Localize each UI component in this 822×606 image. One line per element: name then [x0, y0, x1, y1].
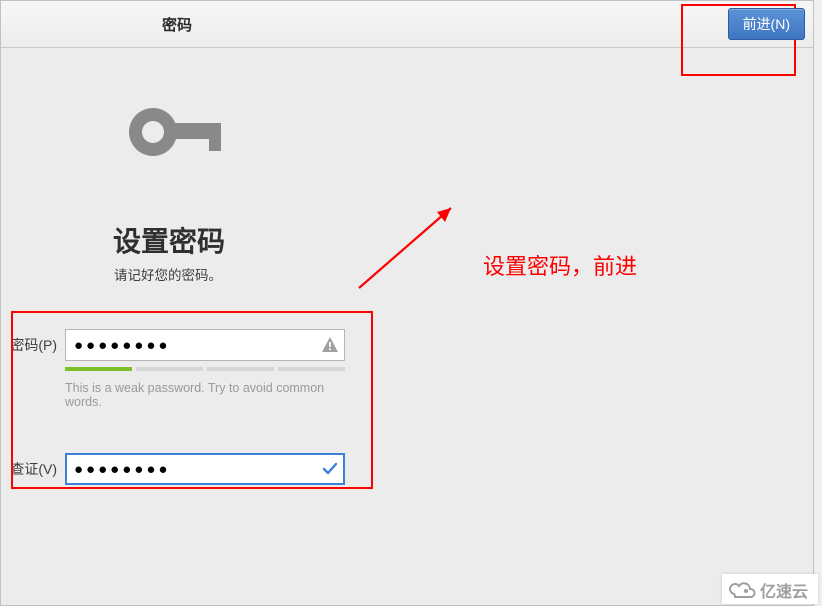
password-row: 密码(P)	[1, 329, 345, 361]
window: 密码 前进(N) 设置密码 请记好您的密码。 密码(P)	[0, 0, 814, 606]
check-icon	[321, 460, 339, 478]
scrollbar[interactable]	[814, 0, 822, 606]
page-heading: 设置密码	[113, 220, 225, 260]
titlebar-title-wrap: 密码	[1, 14, 813, 35]
strength-segment	[278, 367, 345, 371]
watermark: 亿速云	[722, 574, 818, 604]
password-label: 密码(P)	[0, 335, 57, 355]
titlebar-title: 密码	[162, 14, 192, 35]
annotation-text: 设置密码，前进	[483, 249, 637, 281]
verify-input[interactable]	[65, 453, 345, 485]
password-form: 密码(P) This is	[1, 329, 345, 491]
warning-icon	[321, 336, 339, 354]
password-hint: This is a weak password. Try to avoid co…	[65, 381, 345, 409]
verify-input-wrap	[65, 453, 345, 485]
strength-segment	[65, 367, 132, 371]
strength-segment	[136, 367, 203, 371]
page-subheading: 请记好您的密码。	[114, 264, 222, 284]
next-button[interactable]: 前进(N)	[728, 8, 805, 40]
annotation-arrow	[351, 196, 471, 296]
key-icon	[125, 101, 225, 168]
watermark-text: 亿速云	[760, 578, 808, 602]
password-input[interactable]	[65, 329, 345, 361]
content-area: 设置密码 请记好您的密码。 密码(P)	[1, 48, 813, 102]
strength-segment	[207, 367, 274, 371]
password-strength-meter	[65, 367, 345, 371]
verify-label: 查证(V)	[0, 459, 57, 479]
password-input-wrap	[65, 329, 345, 361]
titlebar: 密码 前进(N)	[1, 1, 813, 48]
verify-row: 查证(V)	[1, 453, 345, 485]
